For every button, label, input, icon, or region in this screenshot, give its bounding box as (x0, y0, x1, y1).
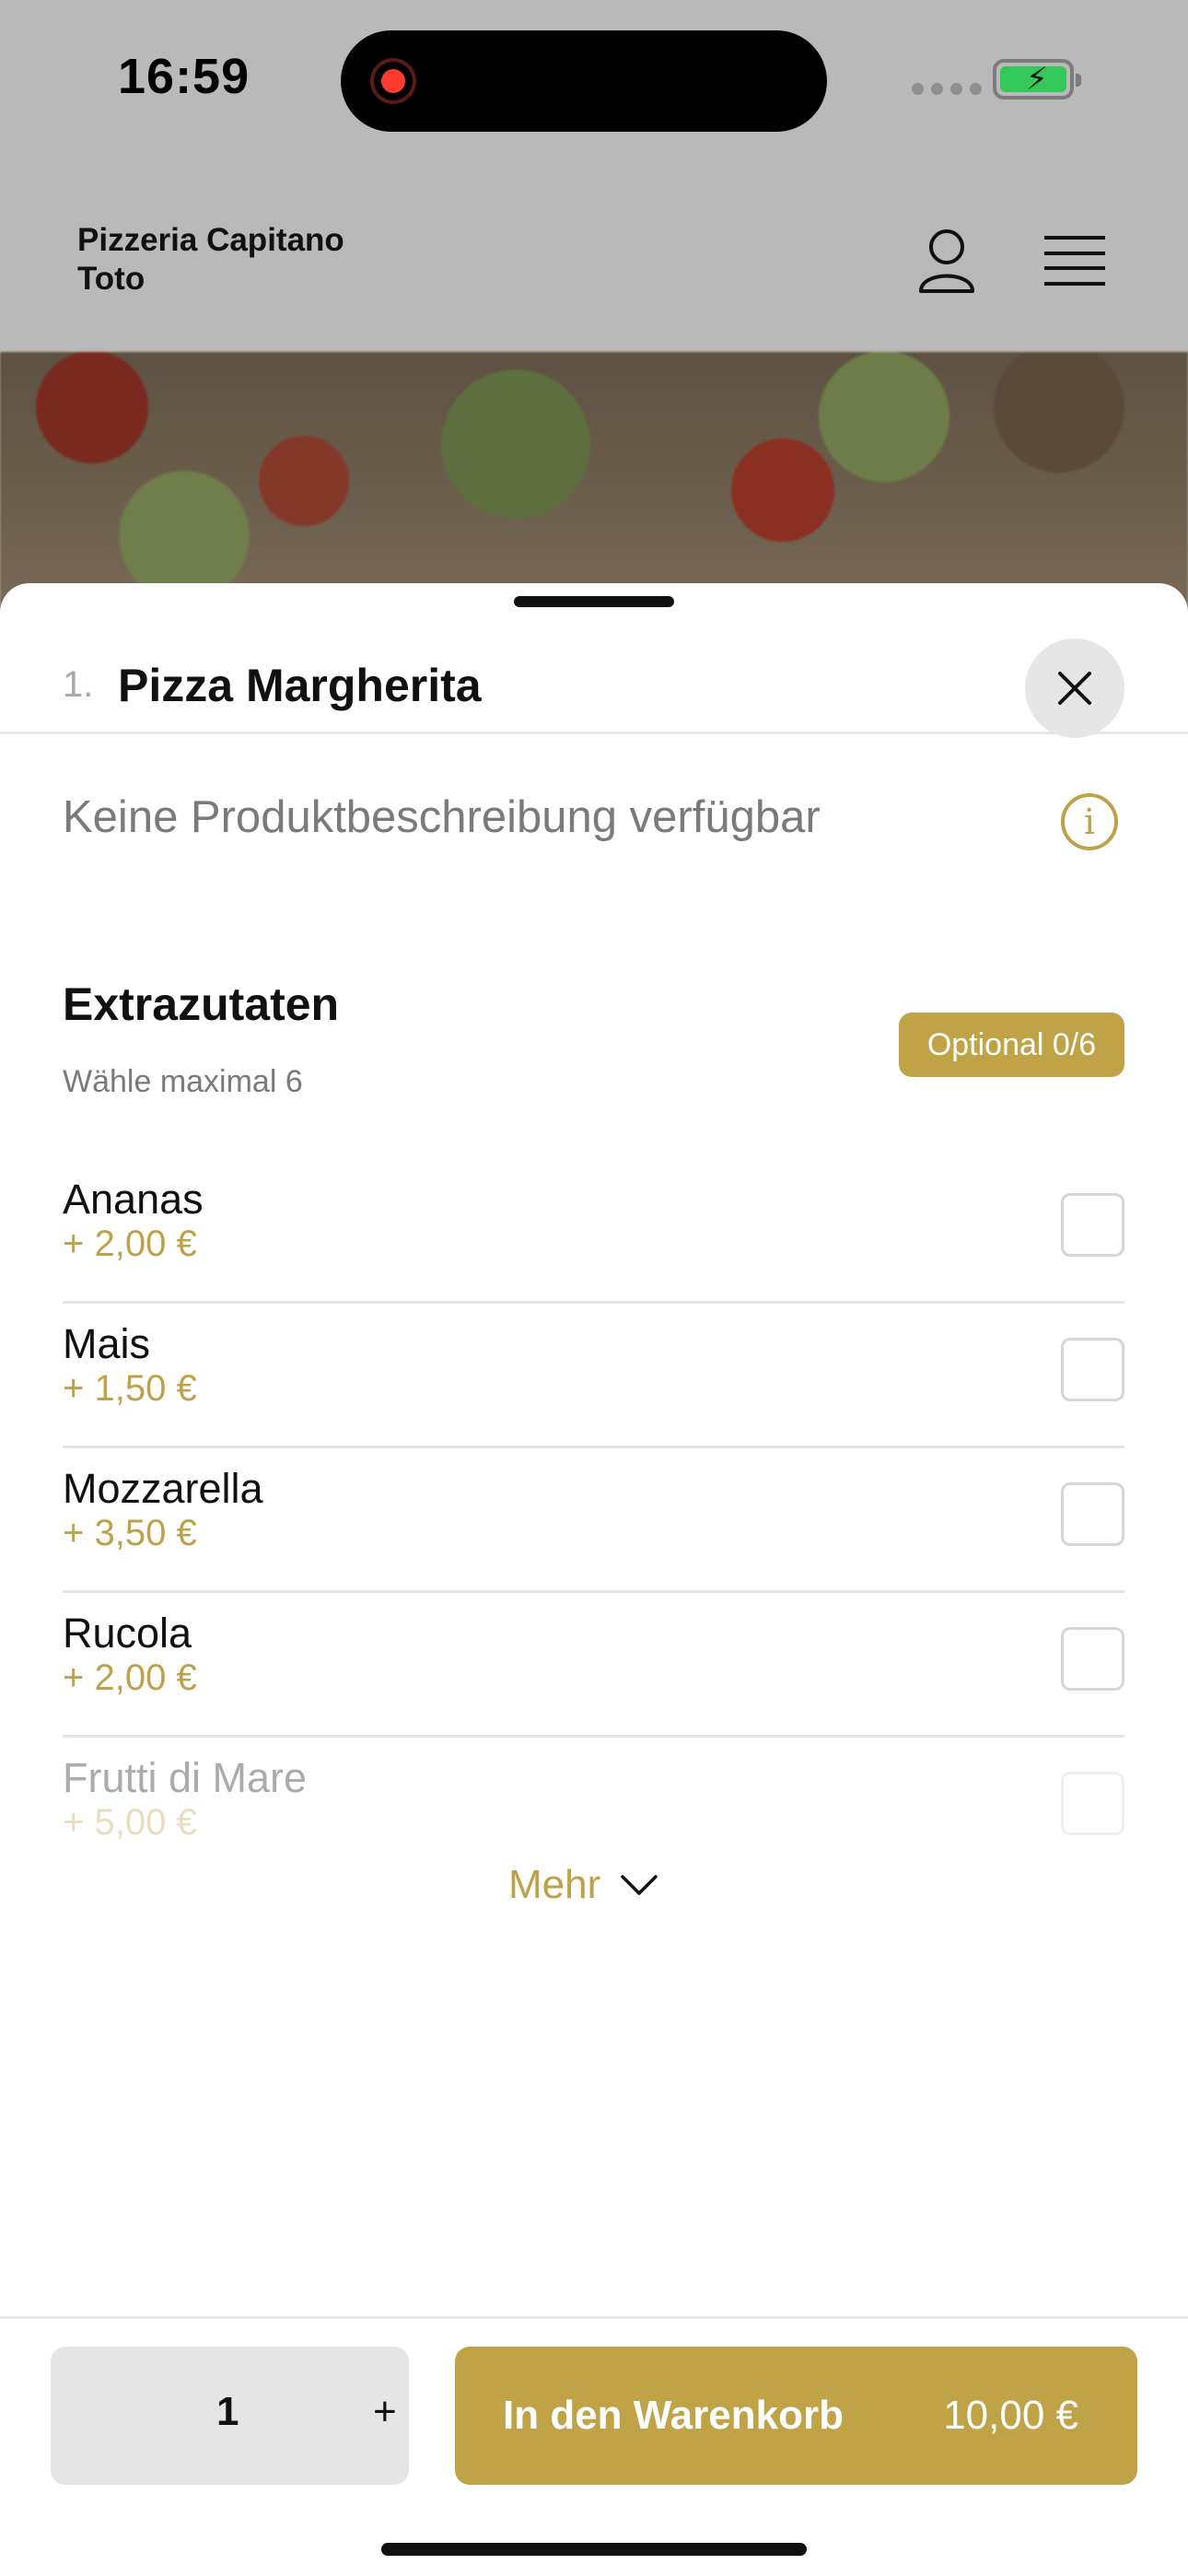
extra-option-mozzarella[interactable]: Mozzarella + 3,50 € (63, 1448, 1124, 1593)
dynamic-island (341, 30, 827, 132)
app-header: Pizzeria Capitano Toto (0, 157, 1188, 352)
checkbox[interactable] (1061, 1627, 1124, 1691)
checkbox[interactable] (1061, 1772, 1124, 1835)
extra-option-frutti-di-mare[interactable]: Frutti di Mare + 5,00 € (63, 1738, 1124, 1882)
restaurant-name: Pizzeria Capitano Toto (77, 222, 344, 297)
checkbox[interactable] (1061, 1338, 1124, 1401)
recording-icon (370, 58, 416, 104)
add-to-cart-label: In den Warenkorb (503, 2393, 844, 2438)
total-price: 10,00 € (943, 2393, 1078, 2438)
option-price: + 2,00 € (63, 1657, 197, 1698)
user-icon[interactable] (917, 227, 976, 293)
product-description: Keine Produktbeschreibung verfügbar (63, 792, 821, 842)
show-more-button[interactable]: Mehr (508, 1862, 658, 1908)
signal-icon (912, 83, 982, 95)
status-time: 16:59 (118, 49, 250, 104)
close-icon (1058, 672, 1091, 705)
quantity-value: 1 (216, 2389, 239, 2434)
option-price: + 5,00 € (63, 1802, 197, 1843)
extra-option-rucola[interactable]: Rucola + 2,00 € (63, 1593, 1124, 1738)
section-title: Extrazutaten (63, 978, 340, 1030)
option-name: Rucola (63, 1610, 192, 1657)
add-to-cart-button[interactable]: In den Warenkorb 10,00 € (455, 2347, 1137, 2485)
extras-list: Ananas + 2,00 € Mais + 1,50 € Mozzarella… (63, 1159, 1124, 1882)
option-name: Mais (63, 1320, 151, 1367)
home-indicator[interactable] (381, 2543, 807, 2556)
battery-charging-icon: ⚡ (993, 59, 1081, 100)
option-price: + 3,50 € (63, 1513, 197, 1553)
item-number: 1. (63, 664, 94, 705)
increment-button[interactable]: + (373, 2389, 397, 2435)
show-more-label: Mehr (508, 1862, 601, 1907)
sheet-grabber[interactable] (514, 596, 674, 607)
quantity-stepper: 1 + (51, 2347, 409, 2485)
info-icon[interactable]: i (1061, 793, 1118, 850)
menu-icon[interactable] (1044, 236, 1105, 286)
product-sheet: 1. Pizza Margherita Keine Produktbeschre… (0, 583, 1188, 2576)
checkbox[interactable] (1061, 1482, 1124, 1546)
product-title: Pizza Margherita (118, 660, 482, 711)
option-price: + 2,00 € (63, 1224, 197, 1264)
checkbox[interactable] (1061, 1193, 1124, 1257)
chevron-down-icon (621, 1875, 658, 1895)
optional-badge: Optional 0/6 (899, 1013, 1124, 1077)
option-name: Frutti di Mare (63, 1754, 308, 1801)
sheet-header: 1. Pizza Margherita (0, 611, 1188, 738)
extra-option-ananas[interactable]: Ananas + 2,00 € (63, 1159, 1124, 1304)
order-footer: 1 + In den Warenkorb 10,00 € (0, 2316, 1188, 2576)
option-price: + 1,50 € (63, 1368, 197, 1409)
status-bar: 16:59 ⚡ (0, 0, 1188, 157)
extra-option-mais[interactable]: Mais + 1,50 € (63, 1304, 1124, 1448)
close-button[interactable] (1025, 638, 1124, 738)
option-name: Ananas (63, 1176, 204, 1223)
option-name: Mozzarella (63, 1465, 263, 1512)
section-subtitle: Wähle maximal 6 (63, 1064, 303, 1099)
